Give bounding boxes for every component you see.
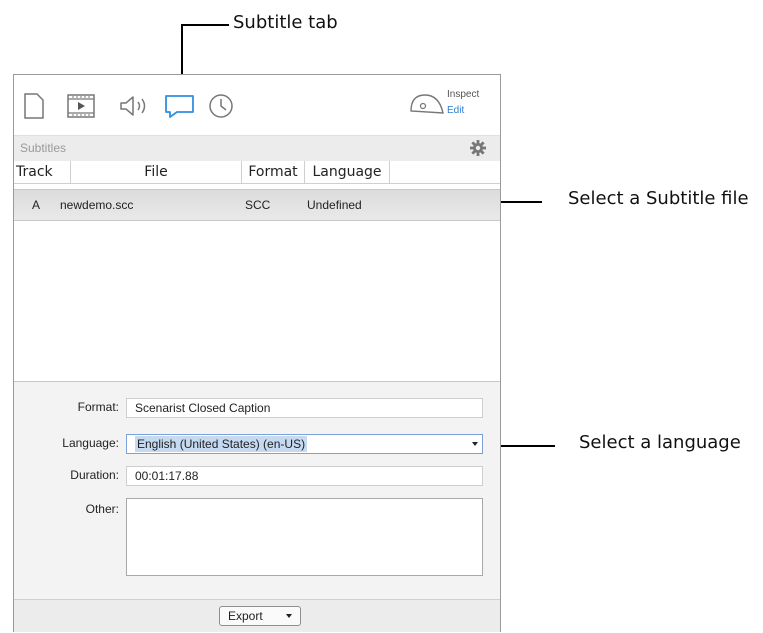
column-header-track[interactable]: Track	[14, 161, 71, 183]
column-header-language[interactable]: Language	[305, 161, 390, 183]
callout-select-language: Select a language	[579, 432, 741, 453]
inspector-panel: Inspect Edit Subtitles Track File Format…	[13, 74, 501, 632]
column-header-format[interactable]: Format	[242, 161, 305, 183]
clock-icon[interactable]	[208, 93, 234, 124]
video-icon[interactable]	[66, 93, 96, 124]
cell-file: newdemo.scc	[60, 198, 134, 212]
document-icon[interactable]	[22, 93, 46, 124]
table-row[interactable]: A newdemo.scc SCC Undefined	[14, 189, 500, 221]
subtitle-details: Format: Scenarist Closed Caption Languag…	[14, 381, 500, 600]
callout-line-tab-h	[181, 24, 229, 26]
inspect-icon[interactable]	[407, 91, 447, 124]
language-dropdown[interactable]: English (United States) (en-US)	[126, 434, 483, 454]
language-value: English (United States) (en-US)	[135, 436, 308, 452]
duration-field: 00:01:17.88	[126, 466, 483, 486]
other-textarea[interactable]	[126, 498, 483, 576]
callout-subtitle-tab: Subtitle tab	[233, 12, 338, 33]
section-title: Subtitles	[20, 141, 67, 155]
chevron-down-icon	[472, 442, 478, 446]
cell-track: A	[32, 198, 41, 212]
language-label: Language:	[62, 436, 119, 450]
subtitles-section-header: Subtitles	[14, 135, 500, 162]
table-header: Track File Format Language	[14, 161, 500, 184]
edit-link[interactable]: Edit	[447, 105, 464, 116]
format-value: Scenarist Closed Caption	[135, 401, 271, 415]
column-header-file[interactable]: File	[71, 161, 242, 183]
chevron-down-icon	[286, 614, 292, 618]
other-label: Other:	[85, 502, 119, 516]
subtitle-icon[interactable]	[163, 93, 197, 124]
export-label: Export	[228, 609, 263, 623]
cell-format: SCC	[245, 198, 271, 212]
footer-bar: Export	[14, 599, 500, 632]
export-button[interactable]: Export	[219, 606, 301, 626]
cell-language: Undefined	[307, 198, 362, 212]
format-label: Format:	[77, 400, 119, 414]
toolbar: Inspect Edit	[14, 75, 500, 135]
audio-icon[interactable]	[118, 93, 152, 124]
gear-icon[interactable]	[469, 139, 487, 162]
duration-label: Duration:	[70, 468, 119, 482]
format-field: Scenarist Closed Caption	[126, 398, 483, 418]
duration-value: 00:01:17.88	[135, 469, 199, 483]
inspect-label[interactable]: Inspect	[447, 89, 479, 100]
callout-select-file: Select a Subtitle file	[568, 188, 749, 209]
